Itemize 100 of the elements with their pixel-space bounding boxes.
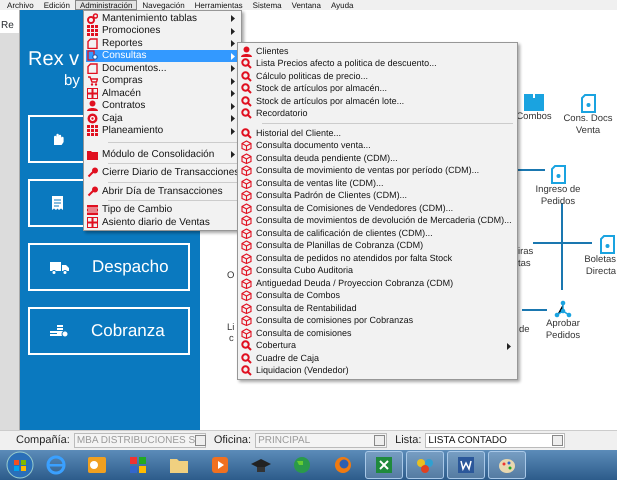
menu-item[interactable]: Planeamiento	[86, 124, 239, 137]
node-label: O	[227, 270, 234, 281]
menu-tile[interactable]: Cobranza	[28, 307, 190, 355]
menu-item[interactable]: Abrir Día de Transacciones	[86, 185, 239, 198]
tiles-icon	[128, 455, 148, 475]
menu-item[interactable]: Reportes	[86, 37, 239, 50]
menu-item[interactable]: Consulta de Rentabilidad	[240, 302, 515, 314]
browser-icon	[46, 455, 66, 475]
cube-icon	[241, 315, 252, 326]
menu-item[interactable]: Consulta de calificación de clientes (CDM)...	[240, 227, 515, 240]
menu-item[interactable]: Documentos...	[86, 62, 239, 74]
menu-item[interactable]: Caja	[86, 112, 239, 124]
search-icon	[241, 128, 252, 139]
boxes-icon	[87, 88, 98, 99]
menu-item[interactable]: Recordatorio	[240, 108, 515, 120]
menu-item[interactable]: Clientes	[240, 45, 515, 58]
menu-item[interactable]: Lista Precios afecto a politica de descuento...	[240, 58, 515, 70]
menu-item[interactable]: Cálculo politicas de precio...	[240, 70, 515, 82]
menu-item[interactable]: Cobertura	[240, 340, 515, 352]
cube-icon	[241, 228, 252, 239]
menu-item[interactable]: Herramientas	[190, 0, 248, 10]
cube-icon	[241, 165, 252, 176]
menu-item[interactable]: Cuadre de Caja	[240, 352, 515, 364]
menu-item[interactable]: Historial del Cliente...	[240, 127, 515, 140]
menu-item[interactable]: Consulta Cubo Auditoria	[240, 264, 515, 277]
menu-item[interactable]: Consulta de Planillas de Cobranza (CDM)	[240, 240, 515, 252]
menu-tile[interactable]: Despacho	[28, 243, 190, 291]
person-icon	[87, 100, 98, 112]
gears-icon	[87, 12, 98, 24]
search-icon	[241, 96, 252, 107]
menu-item[interactable]: Consulta de Comisiones de Vendedores (CDM)...	[240, 202, 515, 214]
taskbar-button[interactable]	[365, 451, 403, 479]
dropdown-field[interactable]: LISTA CONTADO	[425, 433, 566, 448]
network-icon[interactable]	[554, 300, 572, 318]
cube-icon	[241, 265, 252, 276]
menu-item[interactable]: Consulta de movimiento de ventas por período (CDM)...	[240, 164, 515, 177]
spreadsheet-icon	[374, 455, 394, 475]
menu-item[interactable]: Contratos	[86, 100, 239, 112]
menu-item[interactable]: Tipo de Cambio	[86, 204, 239, 216]
menu-item[interactable]: Compras	[86, 74, 239, 87]
submenu-arrow-icon	[231, 151, 235, 158]
document-icon[interactable]	[599, 235, 616, 254]
menu-item[interactable]: Edición	[38, 0, 75, 10]
cube-icon	[241, 240, 252, 252]
menu-item[interactable]: Consulta de pedidos no atendidos por falta Stock	[240, 252, 515, 264]
menu-item[interactable]: Antiguedad Deuda / Proyeccion Cobranza (CDM)	[240, 277, 515, 290]
node-label: Venta	[576, 125, 600, 137]
menu-item[interactable]: Stock de artículos por almacén lote...	[240, 95, 515, 108]
bars-icon	[87, 204, 98, 216]
menu-item[interactable]: Consulta de ventas lite (CDM)...	[240, 177, 515, 190]
menu-item[interactable]: Navegación	[137, 0, 190, 10]
menu-item[interactable]: Módulo de Consolidación	[86, 148, 239, 160]
menu-item[interactable]: Cierre Diario de Transacciones	[86, 166, 239, 179]
node-label: de	[519, 324, 530, 336]
app-title: Rex v	[28, 47, 80, 72]
connector-line	[522, 309, 547, 311]
browser-icon	[333, 455, 353, 475]
taskbar-button[interactable]	[488, 451, 526, 479]
boxes-icon	[87, 216, 98, 228]
mail-icon	[87, 455, 107, 475]
menu-item[interactable]: Consulta de movimientos de devolución de Mercaderia (CDM)...	[240, 214, 515, 227]
menu-item[interactable]: Ayuda	[326, 0, 358, 10]
menu-item[interactable]: Almacén	[86, 87, 239, 100]
search-icon	[241, 83, 252, 94]
menu-item[interactable]: Consulta de comisiones	[240, 327, 515, 340]
menu-item[interactable]: Consulta documento venta...	[240, 140, 515, 152]
cube-icon	[241, 278, 252, 289]
cube-icon	[241, 252, 252, 264]
key-icon	[87, 167, 98, 178]
document-icon[interactable]	[550, 165, 566, 184]
menu-item[interactable]: Archivo	[2, 0, 39, 10]
word-document-icon	[456, 455, 476, 475]
document-icon[interactable]	[580, 94, 596, 113]
document-icon	[87, 62, 98, 74]
field-label: Lista:	[395, 433, 422, 448]
node-label: iras	[518, 246, 534, 258]
box-icon[interactable]	[524, 94, 544, 111]
search-document-icon	[87, 50, 98, 62]
globe-icon	[292, 455, 312, 475]
start-button[interactable]	[6, 451, 34, 479]
menu-item[interactable]: Promociones	[86, 24, 239, 37]
person-icon	[241, 46, 252, 57]
cube-icon	[241, 202, 252, 214]
tab-label[interactable]: Re	[0, 10, 19, 33]
menu-item[interactable]: Ventana	[286, 0, 326, 10]
menu-item[interactable]: Sistema	[248, 0, 287, 10]
menu-item[interactable]: Consulta de Combos	[240, 290, 515, 302]
menu-item[interactable]: Asiento diario de Ventas	[86, 216, 239, 228]
menu-item[interactable]: Consulta deuda pendiente (CDM)...	[240, 152, 515, 164]
node-label: Boletas	[584, 254, 616, 266]
menu-item[interactable]: Consulta de comisiones por Cobranzas	[240, 314, 515, 327]
menu-item[interactable]: Stock de artículos por almacén...	[240, 82, 515, 95]
cart-icon	[87, 75, 98, 86]
taskbar-button[interactable]	[447, 451, 485, 479]
menu-item[interactable]: Administración	[74, 0, 138, 10]
submenu-arrow-icon	[507, 342, 511, 350]
menu-item[interactable]: Consulta Padrón de Clientes (CDM)...	[240, 190, 515, 202]
menu-item[interactable]: Liquidacion (Vendedor)	[240, 364, 515, 377]
app-subtitle: by	[64, 72, 80, 89]
menu-item[interactable]: Mantenimiento tablas	[86, 12, 239, 24]
